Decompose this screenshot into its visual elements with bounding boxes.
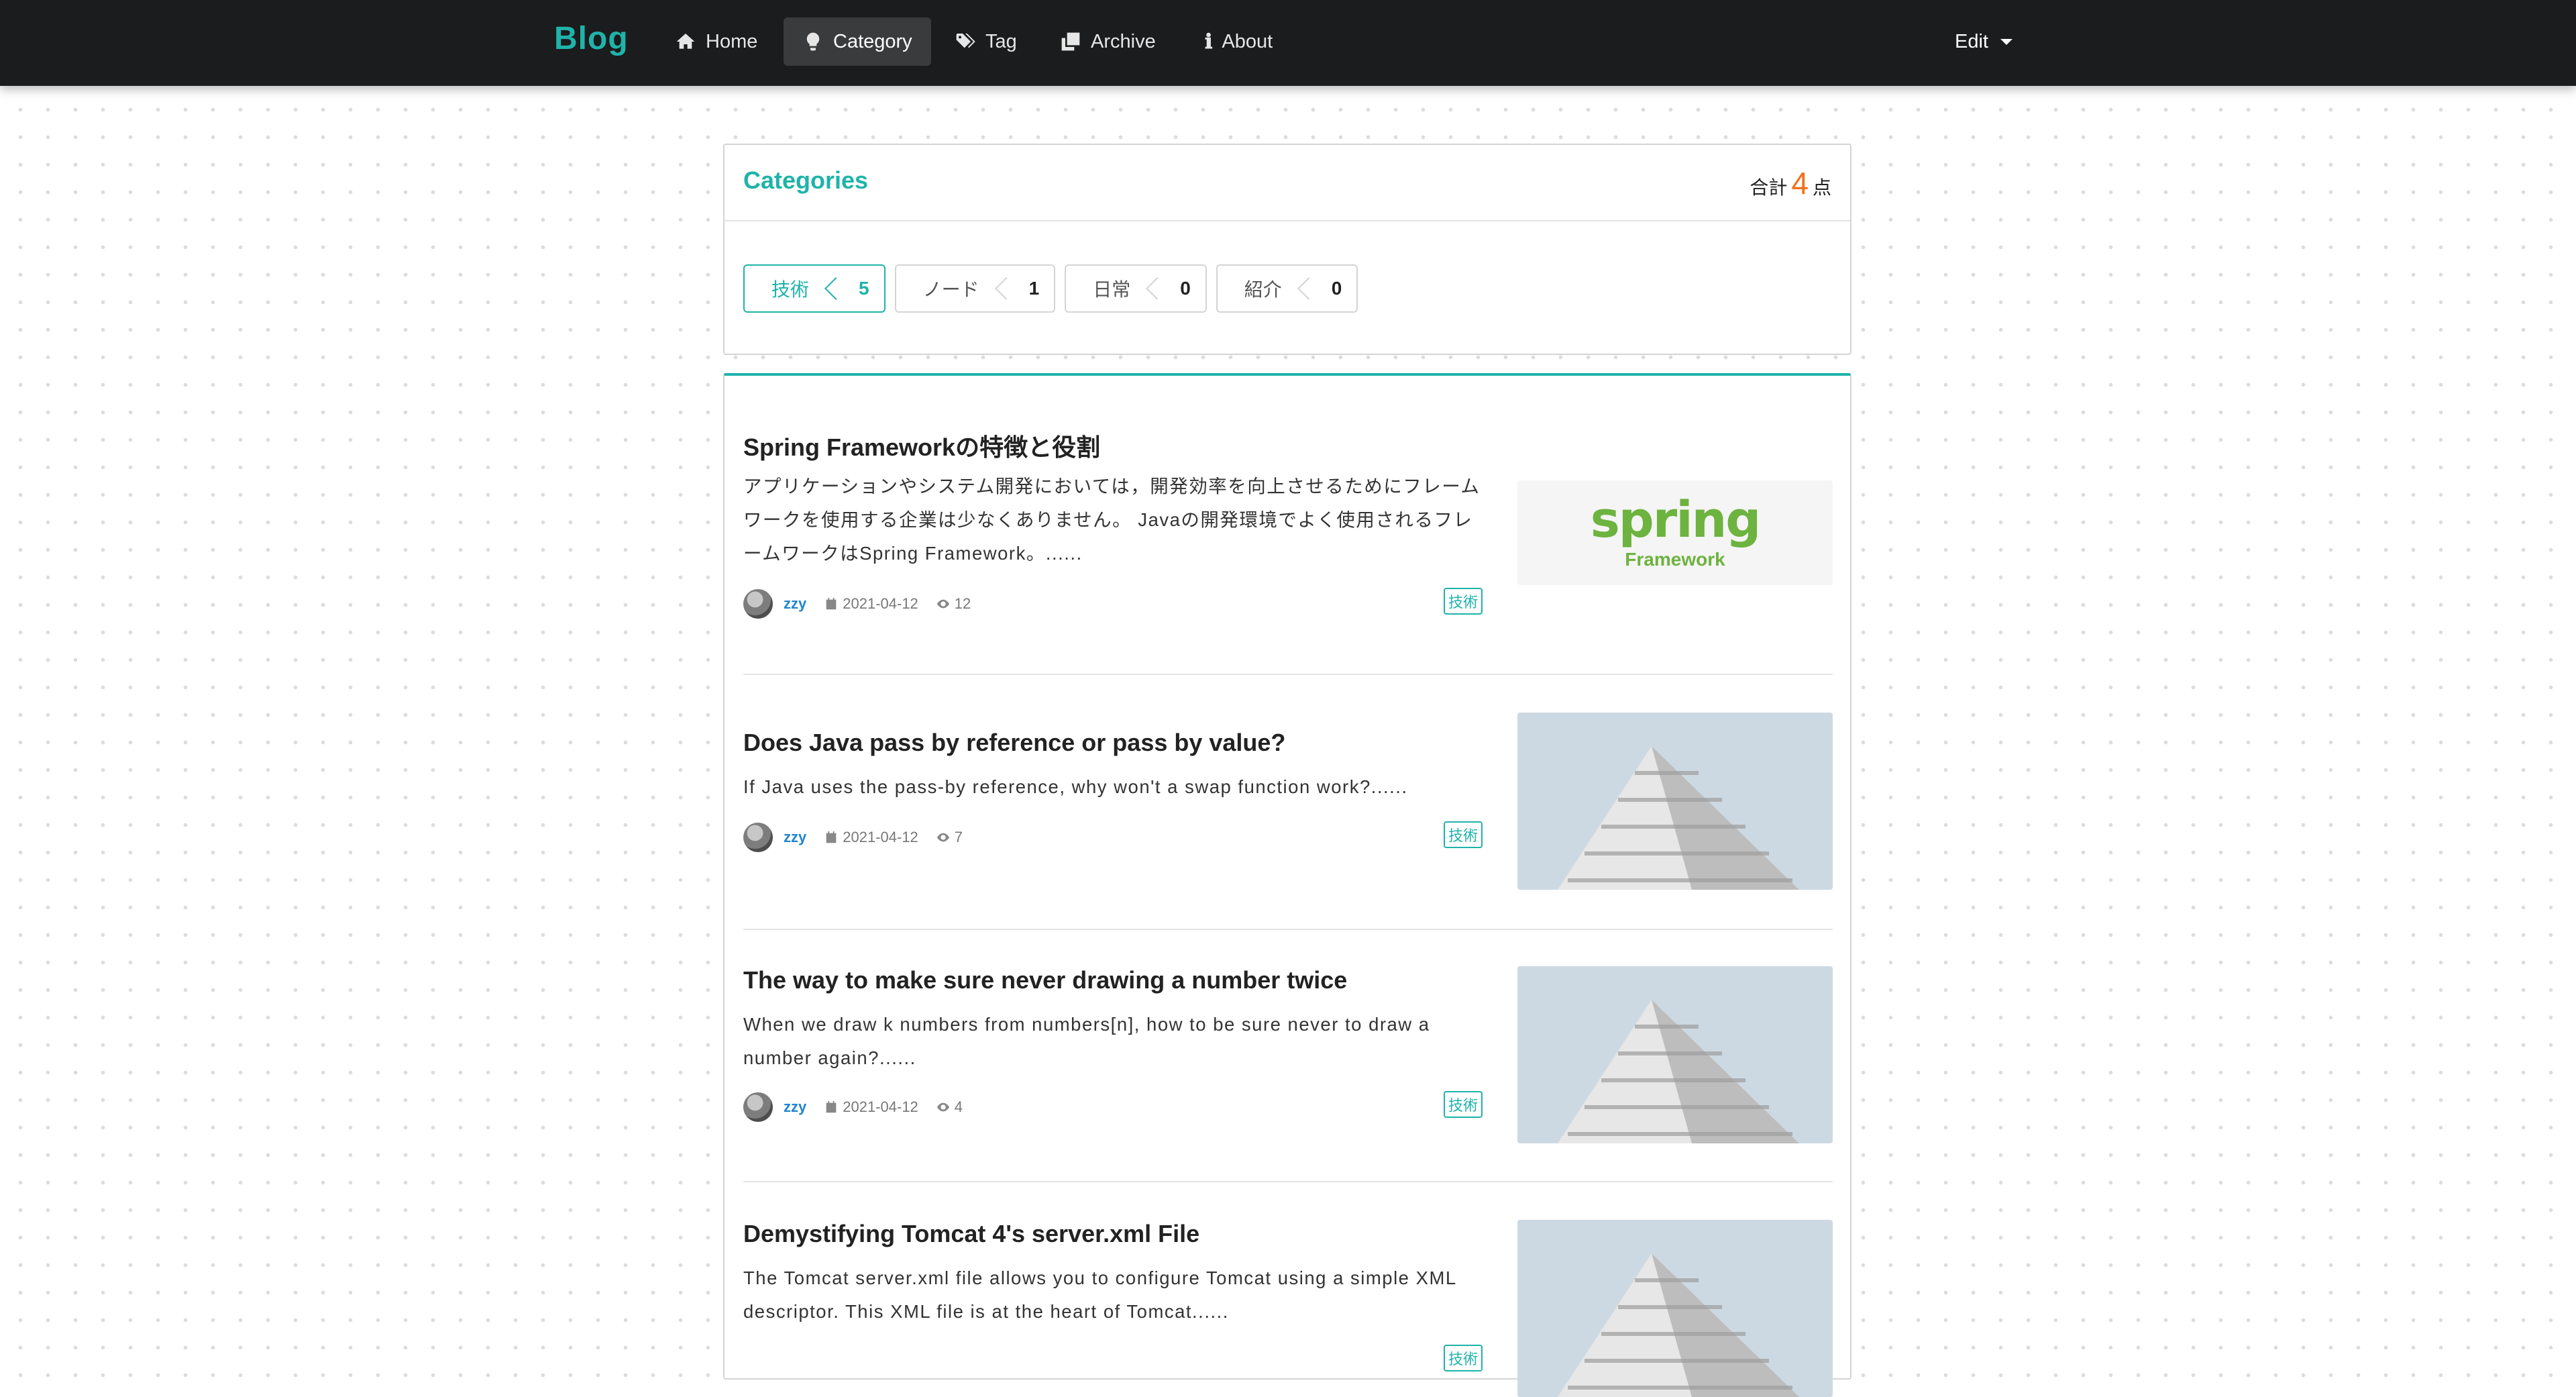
category-label-intro[interactable]: 紹介 0 bbox=[1216, 264, 1358, 313]
total-count: 4 bbox=[1791, 166, 1809, 201]
post-excerpt: アプリケーションやシステム開発においては，開発効率を向上させるためにフレームワー… bbox=[743, 476, 1481, 564]
home-icon bbox=[676, 34, 695, 49]
calendar-icon bbox=[826, 831, 837, 843]
eye-icon bbox=[936, 599, 949, 609]
post-tag[interactable]: 技術 bbox=[1443, 1091, 1483, 1118]
post-views: 7 bbox=[954, 829, 963, 845]
calendar-icon bbox=[826, 1100, 837, 1113]
post-thumbnail[interactable]: spring Framework bbox=[1517, 480, 1833, 585]
categories-title: Categories bbox=[743, 166, 869, 194]
clone-icon bbox=[1061, 32, 1080, 51]
eye-icon bbox=[936, 833, 949, 842]
edit-label: Edit bbox=[1955, 30, 1988, 52]
avatar bbox=[743, 823, 773, 852]
post-meta: zzy 2021-04-12 4 bbox=[743, 1092, 963, 1122]
categories-header: Categories 合計 4 点 bbox=[724, 145, 1850, 221]
brand-logo[interactable]: Blog bbox=[554, 20, 629, 57]
category-name: 技術 bbox=[745, 266, 836, 311]
nav-item-label: About bbox=[1222, 30, 1273, 52]
post-excerpt: If Java uses the pass-by reference, why … bbox=[743, 776, 1408, 797]
spring-logo-text: spring bbox=[1590, 491, 1762, 549]
post-tag[interactable]: 技術 bbox=[1443, 588, 1483, 615]
nav-item-category[interactable]: Category bbox=[784, 17, 931, 66]
post-item: Spring Frameworkの特徴と役割 アプリケーションやシステム開発にお… bbox=[743, 428, 1833, 629]
post-date: 2021-04-12 bbox=[843, 595, 918, 612]
post-tag[interactable]: 技術 bbox=[1443, 821, 1483, 848]
lightbulb-icon bbox=[806, 32, 820, 51]
edit-dropdown[interactable]: Edit bbox=[1955, 17, 2012, 66]
post-excerpt: When we draw k numbers from numbers[n], … bbox=[743, 1014, 1430, 1068]
post-divider bbox=[743, 1181, 1833, 1182]
category-list: 技術 5 ノード 1 日常 0 紹介 0 bbox=[743, 264, 1358, 313]
nav-item-home[interactable]: Home bbox=[656, 17, 776, 66]
nav-item-label: Archive bbox=[1091, 30, 1156, 52]
post-divider bbox=[743, 674, 1833, 675]
category-label-node[interactable]: ノード 1 bbox=[894, 264, 1056, 313]
category-name: 紹介 bbox=[1218, 266, 1309, 311]
post-author[interactable]: zzy bbox=[784, 829, 806, 846]
post-thumbnail[interactable] bbox=[1517, 966, 1833, 1143]
building-image-icon bbox=[1517, 966, 1833, 1143]
post-author[interactable]: zzy bbox=[784, 1098, 806, 1116]
post-title[interactable]: Spring Frameworkの特徴と役割 bbox=[743, 428, 1100, 463]
categories-card: Categories 合計 4 点 技術 5 ノード 1 日常 0 紹介 0 bbox=[723, 144, 1851, 355]
total-suffix: 点 bbox=[1812, 177, 1831, 198]
nav-item-label: Category bbox=[833, 30, 912, 52]
calendar-icon bbox=[826, 597, 837, 610]
category-label-tech[interactable]: 技術 5 bbox=[743, 264, 885, 313]
post-thumbnail[interactable] bbox=[1517, 713, 1833, 890]
post-tag[interactable]: 技術 bbox=[1443, 1345, 1483, 1372]
post-meta: zzy 2021-04-12 7 bbox=[743, 823, 963, 852]
post-date: 2021-04-12 bbox=[843, 1098, 918, 1115]
building-image-icon bbox=[1517, 713, 1833, 890]
category-label-daily[interactable]: 日常 0 bbox=[1065, 264, 1207, 313]
post-list-card: Spring Frameworkの特徴と役割 アプリケーションやシステム開発にお… bbox=[723, 373, 1851, 1397]
total-prefix: 合計 bbox=[1750, 177, 1788, 198]
spring-logo-subtext: Framework bbox=[1625, 549, 1725, 570]
tags-icon bbox=[956, 34, 975, 48]
nav-item-label: Home bbox=[706, 30, 758, 52]
post-title[interactable]: Does Java pass by reference or pass by v… bbox=[743, 729, 1285, 757]
category-name: ノード bbox=[896, 266, 1006, 311]
post-views: 12 bbox=[954, 595, 971, 612]
nav-item-label: Tag bbox=[985, 30, 1017, 52]
post-divider bbox=[743, 929, 1833, 930]
post-excerpt: The Tomcat server.xml file allows you to… bbox=[743, 1267, 1456, 1322]
info-icon: ℹ bbox=[1205, 30, 1213, 54]
post-item: The way to make sure never drawing a num… bbox=[743, 966, 1833, 1143]
top-navbar: Blog Home Category Tag Archive ℹ About E… bbox=[0, 0, 2576, 86]
post-item: Does Java pass by reference or pass by v… bbox=[743, 713, 1833, 890]
post-author[interactable]: zzy bbox=[784, 595, 806, 613]
nav-item-tag[interactable]: Tag bbox=[936, 17, 1036, 66]
building-image-icon bbox=[1517, 1220, 1833, 1397]
avatar bbox=[743, 1092, 773, 1122]
post-title[interactable]: Demystifying Tomcat 4's server.xml File bbox=[743, 1220, 1199, 1248]
nav-item-archive[interactable]: Archive bbox=[1041, 17, 1175, 66]
category-name: 日常 bbox=[1066, 266, 1157, 311]
caret-down-icon bbox=[2000, 38, 2012, 45]
eye-icon bbox=[936, 1102, 949, 1112]
post-date: 2021-04-12 bbox=[843, 829, 918, 845]
nav-item-about[interactable]: ℹ About bbox=[1186, 17, 1291, 66]
avatar bbox=[743, 589, 773, 619]
categories-total: 合計 4 点 bbox=[1750, 165, 1831, 201]
post-item: Demystifying Tomcat 4's server.xml File … bbox=[743, 1220, 1833, 1397]
post-meta: zzy 2021-04-12 12 bbox=[743, 589, 971, 619]
post-title[interactable]: The way to make sure never drawing a num… bbox=[743, 966, 1347, 994]
post-thumbnail[interactable] bbox=[1517, 1220, 1833, 1397]
post-views: 4 bbox=[954, 1098, 963, 1115]
